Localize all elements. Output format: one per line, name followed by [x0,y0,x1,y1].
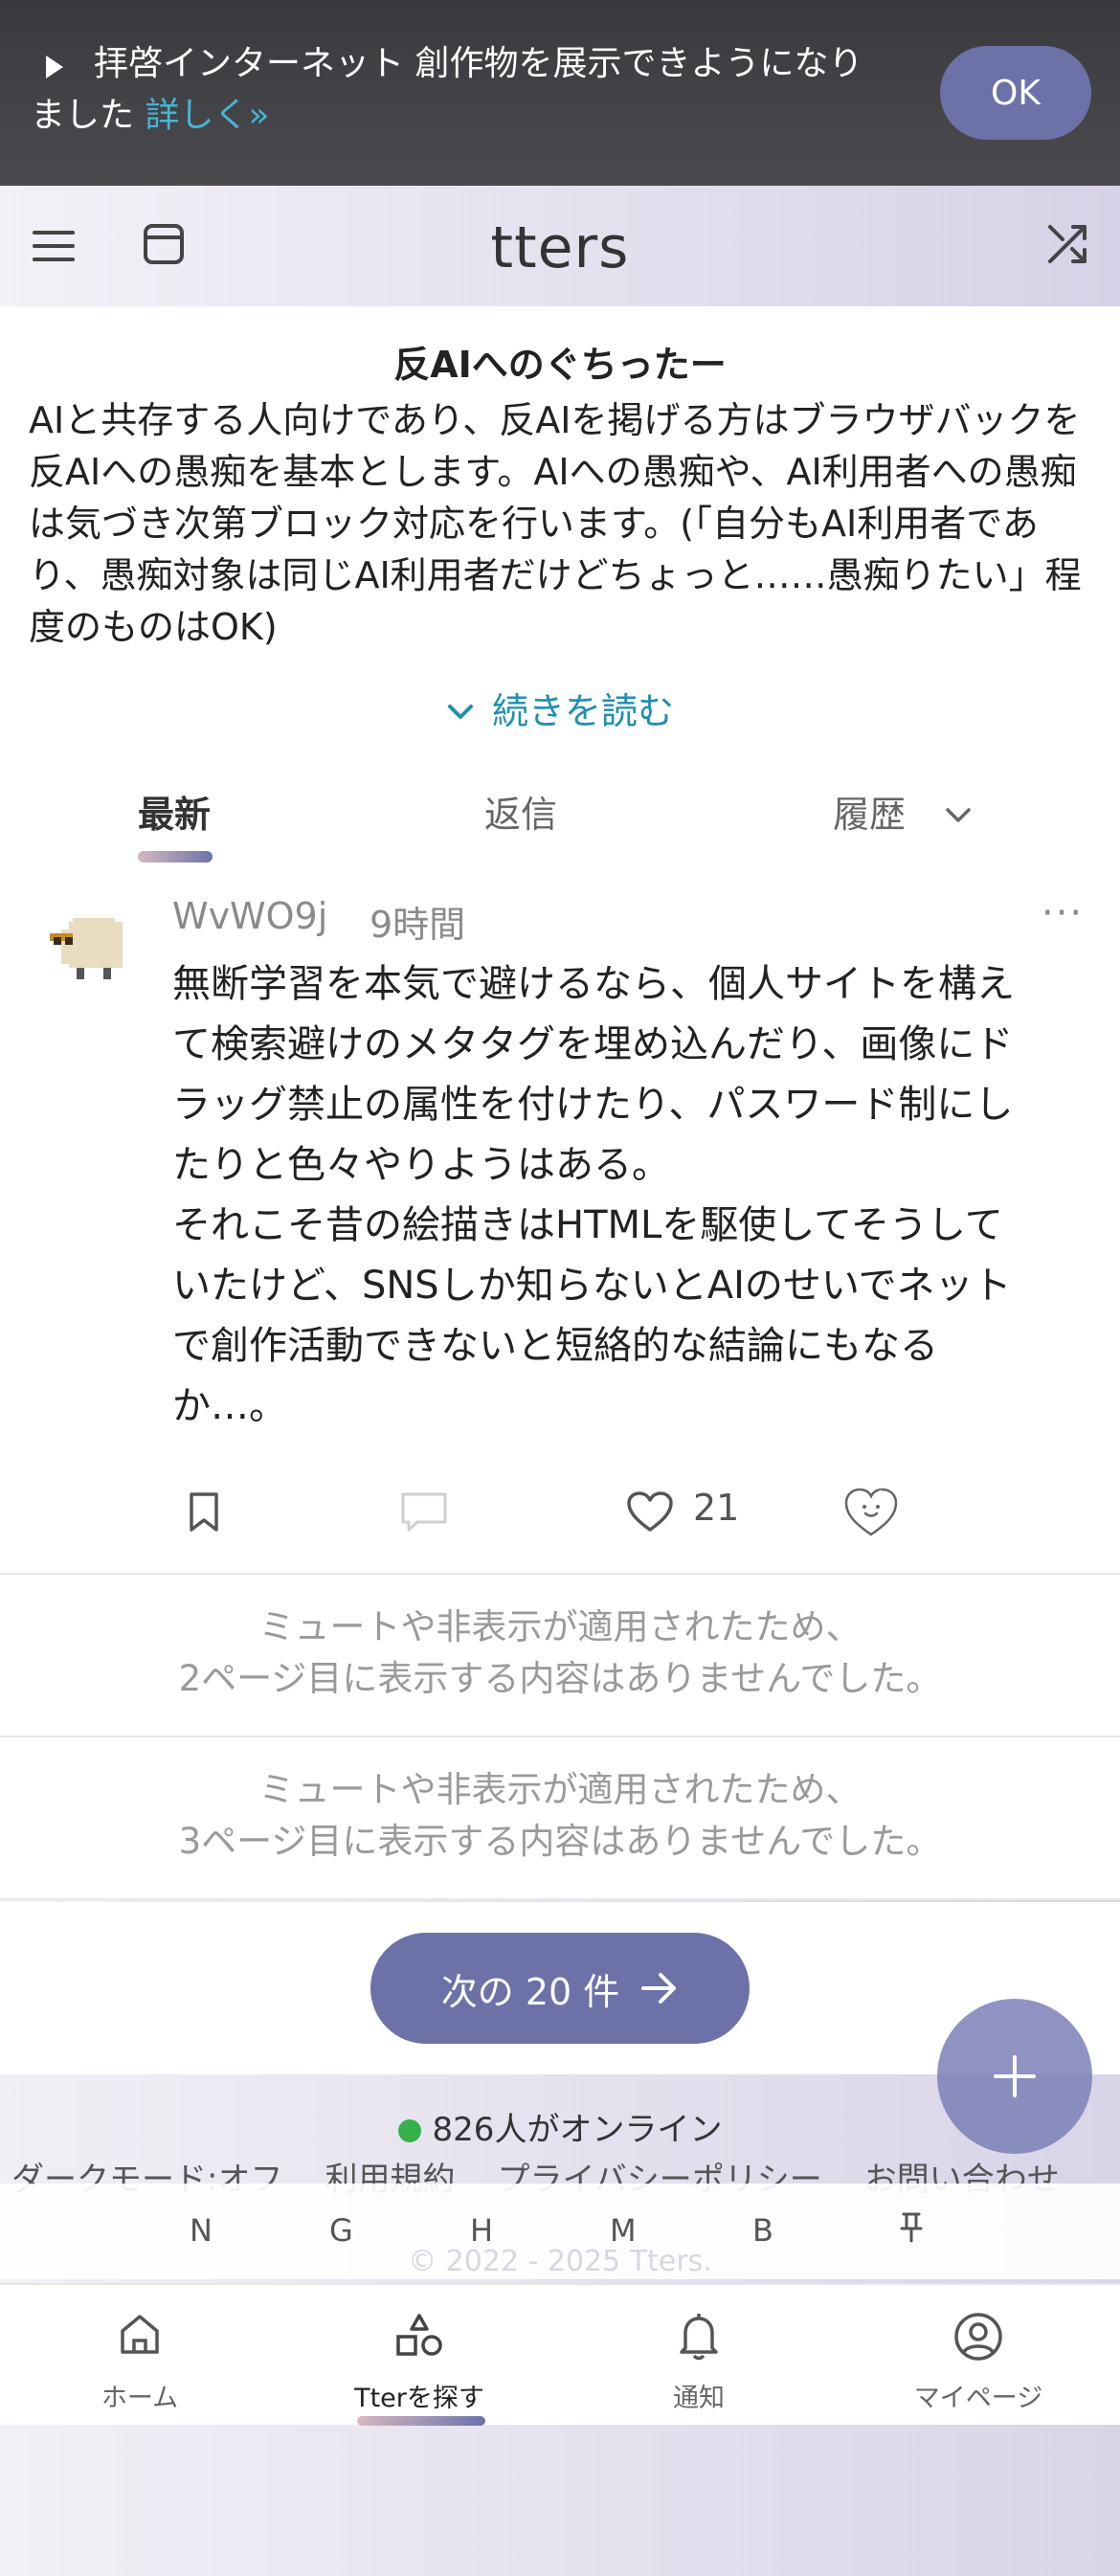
empty-page-notice: ミュートや非表示が適用されたため、 2ページ目に表示する内容はありませんでした。 [0,1575,1120,1737]
announcement-details-link[interactable]: 詳しく» [145,96,269,135]
announcement-ok-button[interactable]: OK [940,46,1091,140]
online-count-text: 826人がオンライン [432,2111,723,2149]
active-nav-indicator [357,2416,485,2426]
reaction-icon[interactable] [842,1485,900,1540]
board-description-text: AIと共存する人向けであり、反AIを掲げる方はブラウザバックを 反AIへの愚痴を… [29,399,1082,648]
new-post-button[interactable] [937,1999,1092,2154]
app-header: tters [0,186,1120,306]
quick-key[interactable]: G [329,2212,353,2249]
heart-icon[interactable] [624,1489,676,1536]
copyright: © 2022 - 2025 Tters. [408,2245,712,2278]
tab-history-label: 履歴 [833,794,907,836]
nav-notifications[interactable]: 通知 [559,2285,839,2425]
empty-notice-line2: 3ページ目に表示する内容はありませんでした。 [178,1821,942,1862]
empty-notice-line2: 2ページ目に表示する内容はありませんでした。 [178,1658,942,1699]
quick-key[interactable]: H [470,2212,493,2249]
nav-notifications-label: 通知 [673,2384,725,2413]
more-options-icon[interactable]: ··· [1042,891,1084,935]
active-tab-indicator [138,851,213,862]
post-content: 無断学習を本気で避けるなら、個人サイトを構えて検索避けのメタタグを埋め込んだり、… [172,962,1015,1428]
tab-replies[interactable]: 返信 [484,785,557,838]
pin-icon[interactable] [897,2208,926,2247]
bookmark-icon[interactable] [182,1489,226,1536]
user-icon [839,2312,1118,2362]
chevron-down-icon [447,705,473,719]
like-count: 21 [693,1487,740,1529]
shapes-icon [280,2312,559,2358]
post-author[interactable]: WvWO9j [172,895,327,937]
board-title: 反AIへのぐちったー [393,344,727,386]
read-more-label: 続きを読む [491,690,674,732]
nav-mypage[interactable]: マイページ [839,2285,1118,2425]
nav-explore-label: Tterを探す [354,2384,484,2413]
tab-history[interactable]: 履歴 [833,785,973,838]
shuffle-icon[interactable] [1043,220,1091,268]
home-icon [0,2312,280,2358]
announcement-bar: 拝啓インターネット 創作物を展示できようになりました 詳しく» OK [0,0,1120,186]
board-description: 反AIへのぐちったー AIと共存する人向けであり、反AIを掲げる方はブラウザバッ… [0,306,1120,756]
bottom-navigation: ホーム Tterを探す 通知 マイページ [0,2283,1120,2426]
nav-mypage-label: マイページ [913,2384,1043,2413]
avatar[interactable] [50,914,134,987]
tab-latest[interactable]: 最新 [138,785,211,838]
next-page-label: 次の 20 件 [440,1970,620,2013]
plus-icon [994,2055,1036,2097]
quick-key[interactable]: M [610,2212,637,2249]
post-card[interactable]: WvWO9j 9時間 ··· 無断学習を本気で避けるなら、個人サイトを構えて検索… [0,868,1120,1575]
read-more-link[interactable]: 続きを読む [0,682,1120,734]
empty-page-notice: ミュートや非表示が適用されたため、 3ページ目に表示する内容はありませんでした。 [0,1737,1120,1900]
post-time[interactable]: 9時間 [370,895,465,948]
online-dot [397,2119,421,2142]
nav-explore[interactable]: Tterを探す [280,2285,559,2425]
quick-key[interactable]: N [190,2212,213,2249]
arrow-right-icon [641,1973,677,2004]
bell-icon [559,2312,839,2362]
post-actions: 21 [0,1481,1120,1557]
nav-home[interactable]: ホーム [0,2285,280,2425]
comment-icon[interactable] [398,1489,450,1536]
empty-notice-line1: ミュートや非表示が適用されたため、 [258,1606,862,1647]
app-title[interactable]: tters [0,214,1120,281]
empty-notice-line1: ミュートや非表示が適用されたため、 [258,1769,862,1810]
feed-tabs: 最新 返信 履歴 [0,756,1120,870]
quick-key[interactable]: B [752,2212,773,2249]
next-page-button[interactable]: 次の 20 件 [370,1933,750,2044]
nav-home-label: ホーム [101,2384,179,2413]
chevron-down-icon [946,808,971,822]
